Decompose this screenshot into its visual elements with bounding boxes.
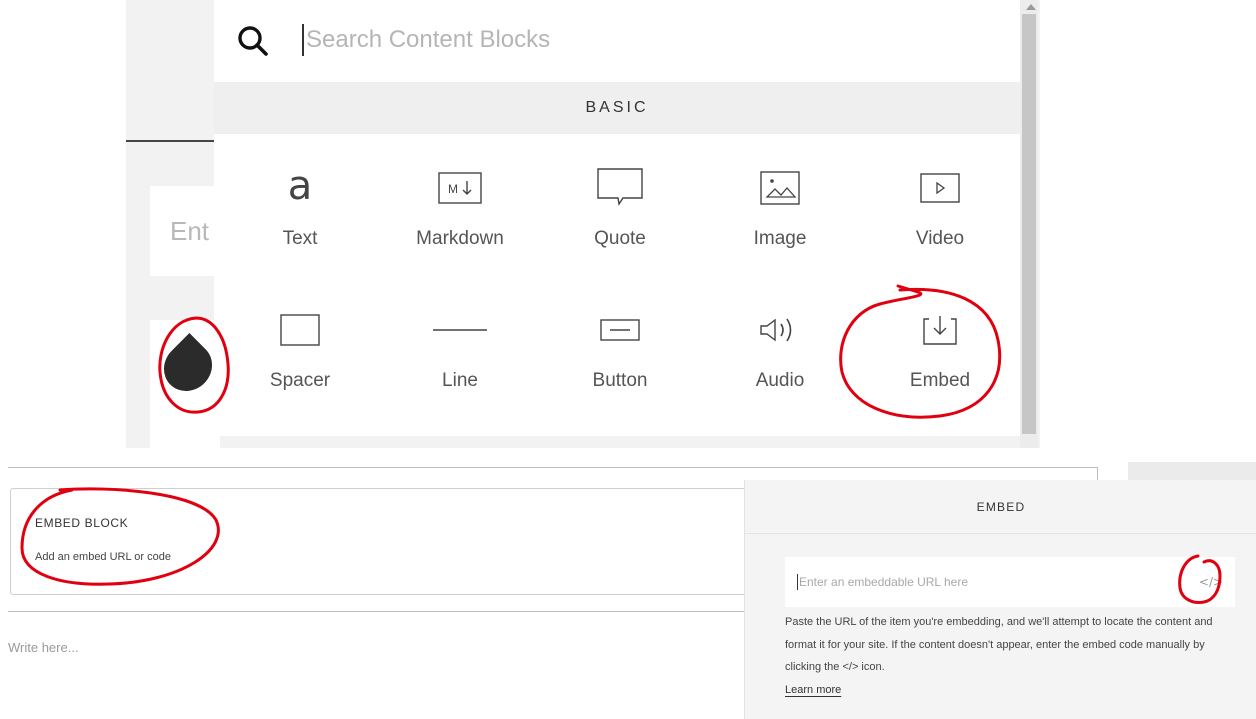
- scroll-up-arrow-icon[interactable]: [1026, 4, 1036, 10]
- block-label: Spacer: [269, 370, 331, 391]
- code-icon[interactable]: </>: [1197, 572, 1225, 592]
- text-caret: [797, 574, 798, 590]
- video-icon: [880, 160, 1000, 216]
- markdown-icon: M: [400, 160, 520, 216]
- quote-icon: [560, 160, 680, 216]
- embed-block-subtitle: Add an embed URL or code: [35, 551, 171, 563]
- block-label: Line: [442, 370, 478, 391]
- block-label: Embed: [909, 370, 971, 391]
- block-quote[interactable]: Quote: [560, 160, 680, 260]
- block-label: Text: [282, 228, 318, 249]
- block-text[interactable]: a Text: [240, 160, 360, 260]
- search-input[interactable]: [306, 22, 986, 58]
- audio-icon: [720, 302, 840, 358]
- block-audio[interactable]: Audio: [720, 302, 840, 402]
- block-button[interactable]: Button: [560, 302, 680, 402]
- block-video[interactable]: Video: [880, 160, 1000, 260]
- block-label: Image: [753, 228, 807, 249]
- divider: [8, 611, 748, 612]
- embed-icon: [880, 302, 1000, 358]
- title-placeholder: Ent: [170, 216, 210, 246]
- block-image[interactable]: Image: [720, 160, 840, 260]
- block-line[interactable]: Line: [400, 302, 520, 402]
- search-bar: [214, 0, 1020, 82]
- learn-more-link[interactable]: Learn more: [785, 684, 841, 696]
- url-field[interactable]: </>: [785, 557, 1235, 607]
- line-icon: [400, 302, 520, 358]
- block-markdown[interactable]: M Markdown: [400, 160, 520, 260]
- embed-settings-panel: EMBED </> Paste the URL of the item you'…: [744, 480, 1256, 719]
- panel-title: EMBED: [745, 480, 1256, 534]
- block-label: Audio: [755, 370, 805, 391]
- help-text: Paste the URL of the item you're embeddi…: [785, 616, 1213, 673]
- section-title-basic: BASIC: [214, 82, 1020, 134]
- block-label: Video: [915, 228, 965, 249]
- block-embed[interactable]: Embed: [880, 302, 1000, 402]
- editor-placeholder[interactable]: Write here...: [8, 640, 79, 655]
- spacer-icon: [240, 302, 360, 358]
- block-label: Markdown: [416, 228, 504, 249]
- button-icon: [560, 302, 680, 358]
- divider: [126, 140, 216, 142]
- block-label: Button: [592, 370, 648, 391]
- text-caret: [302, 24, 304, 56]
- text-icon: a: [287, 163, 313, 209]
- block-label: Quote: [594, 228, 646, 249]
- block-picker: BASIC a Text M Markdown Quote Image: [214, 0, 1020, 436]
- divider: [8, 467, 1098, 468]
- svg-text:M: M: [448, 182, 458, 196]
- scrollbar-thumb[interactable]: [1022, 14, 1036, 434]
- search-icon: [238, 26, 268, 56]
- image-icon: [720, 160, 840, 216]
- embed-block-title: EMBED BLOCK: [35, 516, 129, 530]
- embed-url-input[interactable]: [799, 570, 1179, 594]
- block-spacer[interactable]: Spacer: [240, 302, 360, 402]
